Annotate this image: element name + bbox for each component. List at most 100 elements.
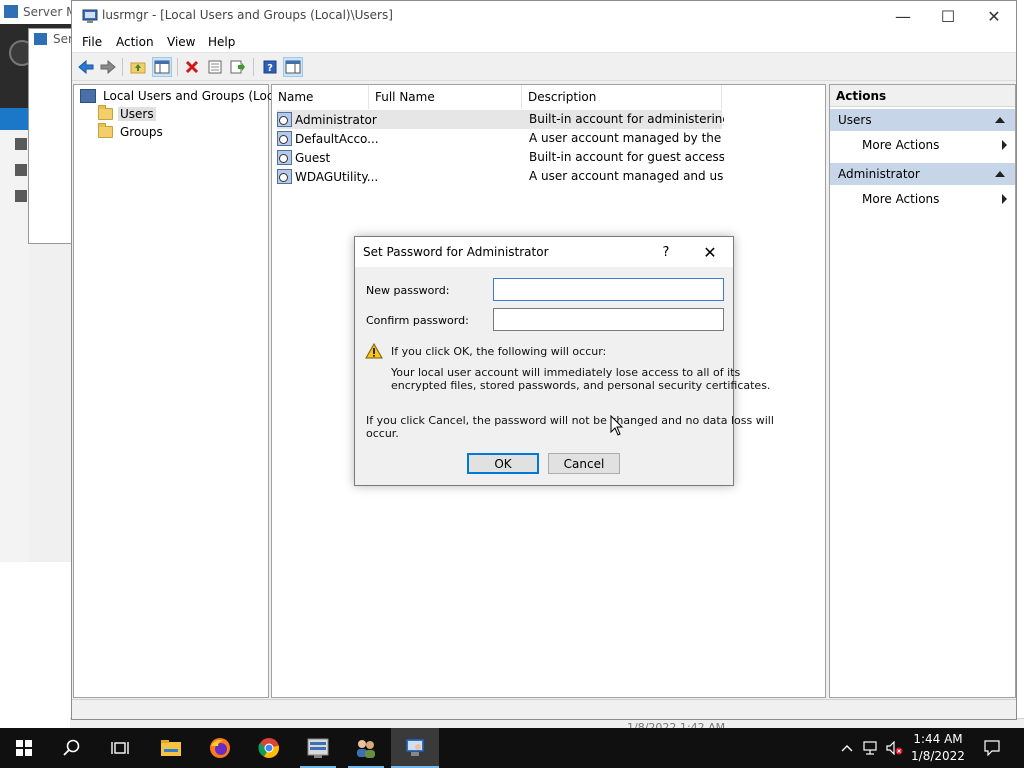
actions-section-users[interactable]: Users [830, 109, 1015, 131]
menu-help[interactable]: Help [208, 35, 235, 49]
cancel-note-line-1: If you click Cancel, the password will n… [366, 414, 774, 427]
column-header-name[interactable]: Name [272, 85, 369, 109]
column-header-full-name[interactable]: Full Name [369, 85, 522, 109]
toolbar-separator [122, 58, 123, 76]
action-center-button[interactable] [978, 728, 1006, 768]
set-password-dialog[interactable]: Set Password for Administrator ? ✕ New p… [354, 236, 774, 486]
toolbar-separator [253, 58, 254, 76]
tree-item-groups[interactable]: Groups [98, 122, 165, 140]
close-icon: ✕ [703, 242, 717, 262]
row-name: DefaultAcco... [295, 131, 379, 146]
volume-muted-icon [886, 741, 903, 755]
close-icon: ✕ [987, 6, 1001, 26]
more-actions-users[interactable]: More Actions [862, 138, 939, 152]
search-button[interactable] [48, 728, 96, 768]
dialog-close-button[interactable]: ✕ [699, 241, 721, 263]
notifications-icon [984, 740, 1000, 756]
user-icon [277, 112, 292, 127]
menu-file[interactable]: File [82, 35, 102, 49]
ok-button[interactable]: OK [467, 453, 539, 474]
export-list-icon [230, 60, 245, 74]
all-servers-icon[interactable] [15, 164, 27, 176]
task-view-icon [111, 742, 129, 754]
tree-item-groups-label: Groups [120, 124, 163, 139]
file-explorer-button[interactable] [147, 728, 195, 768]
server-manager-app-icon [4, 5, 18, 18]
new-password-field[interactable] [493, 278, 724, 301]
child-window-icon [34, 33, 47, 45]
toolbar: ? [72, 54, 1016, 81]
svg-text:?: ? [267, 63, 273, 74]
properties-button[interactable] [205, 57, 225, 77]
server-manager-taskbar-button[interactable] [294, 728, 342, 768]
server-manager-titlebar[interactable]: Server Ma [0, 0, 84, 24]
forward-button[interactable] [98, 57, 118, 77]
menu-action[interactable]: Action [116, 35, 154, 49]
column-header-description[interactable]: Description [522, 85, 722, 109]
actions-pane: Actions Users More Actions Administrator… [829, 84, 1016, 698]
tree-item-users[interactable]: Users [98, 104, 156, 122]
table-row[interactable]: Administrator Built-in account for admin… [277, 110, 724, 129]
menu-view[interactable]: View [167, 35, 195, 49]
table-row[interactable]: DefaultAcco... A user account managed by… [277, 129, 724, 148]
window-titlebar[interactable]: lusrmgr - [Local Users and Groups (Local… [72, 1, 1016, 31]
firefox-button[interactable] [196, 728, 244, 768]
collapse-icon[interactable] [995, 117, 1005, 123]
properties-icon [208, 60, 222, 74]
menubar: File Action View Help [72, 31, 1016, 53]
file-services-icon[interactable] [15, 190, 27, 202]
users-taskbar-button[interactable] [342, 728, 390, 768]
close-window-button[interactable]: ✕ [971, 1, 1017, 31]
dashboard-nav-item[interactable] [0, 108, 30, 130]
maximize-button[interactable]: ☐ [925, 1, 971, 31]
search-icon [63, 739, 80, 756]
help-question-icon: ? [662, 244, 670, 260]
local-server-icon[interactable] [15, 138, 27, 150]
row-name-cell: Guest [277, 150, 330, 165]
back-button[interactable] [76, 57, 96, 77]
users-icon [357, 740, 375, 758]
table-row[interactable]: Guest Built-in account for guest access … [277, 148, 724, 167]
dialog-help-button[interactable]: ? [656, 241, 676, 263]
row-description: Built-in account for administering... [529, 112, 724, 126]
maximize-icon: ☐ [940, 6, 956, 26]
warning-icon [365, 343, 383, 359]
row-description: A user account managed and use... [529, 169, 724, 183]
dialog-titlebar[interactable]: Set Password for Administrator ? ✕ [355, 237, 733, 267]
actions-section-users-label: Users [838, 113, 872, 127]
delete-button[interactable] [182, 57, 202, 77]
task-view-button[interactable] [96, 728, 144, 768]
actions-section-administrator[interactable]: Administrator [830, 163, 1015, 185]
more-actions-users-label: More Actions [862, 138, 940, 152]
cancel-button[interactable]: Cancel [548, 453, 620, 474]
chevron-up-icon [841, 745, 853, 752]
mouse-cursor-icon [610, 415, 624, 436]
help-button[interactable]: ? [260, 57, 280, 77]
new-password-label: New password: [366, 284, 450, 297]
lusrmgr-taskbar-button[interactable] [391, 728, 439, 768]
table-row[interactable]: WDAGUtility... A user account managed an… [277, 167, 724, 186]
taskbar: 1:44 AM 1/8/2022 [0, 728, 1024, 768]
minimize-button[interactable]: — [880, 1, 926, 31]
chrome-button[interactable] [245, 728, 293, 768]
tree-pane[interactable]: Local Users and Groups (Local) Users Gro… [73, 84, 289, 698]
network-button[interactable] [860, 728, 882, 768]
tree-item-root[interactable]: Local Users and Groups (Local) [80, 87, 291, 104]
show-hide-tree-icon [154, 60, 170, 74]
show-hide-tree-button[interactable] [152, 57, 172, 77]
actions-header: Actions [830, 85, 1015, 107]
row-name-cell: Administrator [277, 112, 377, 127]
more-actions-administrator[interactable]: More Actions [862, 192, 939, 206]
clock-date: 1/8/2022 [911, 749, 965, 763]
start-button[interactable] [0, 728, 48, 768]
confirm-password-label: Confirm password: [366, 314, 469, 327]
show-hide-action-pane-icon [285, 60, 301, 74]
export-list-button[interactable] [228, 57, 248, 77]
up-one-level-button[interactable] [128, 57, 148, 77]
volume-button[interactable] [884, 728, 906, 768]
confirm-password-field[interactable] [493, 308, 724, 331]
collapse-icon[interactable] [995, 171, 1005, 177]
show-hide-action-pane-button[interactable] [283, 57, 303, 77]
show-hidden-icons-button[interactable] [838, 728, 856, 768]
user-icon [277, 150, 292, 165]
